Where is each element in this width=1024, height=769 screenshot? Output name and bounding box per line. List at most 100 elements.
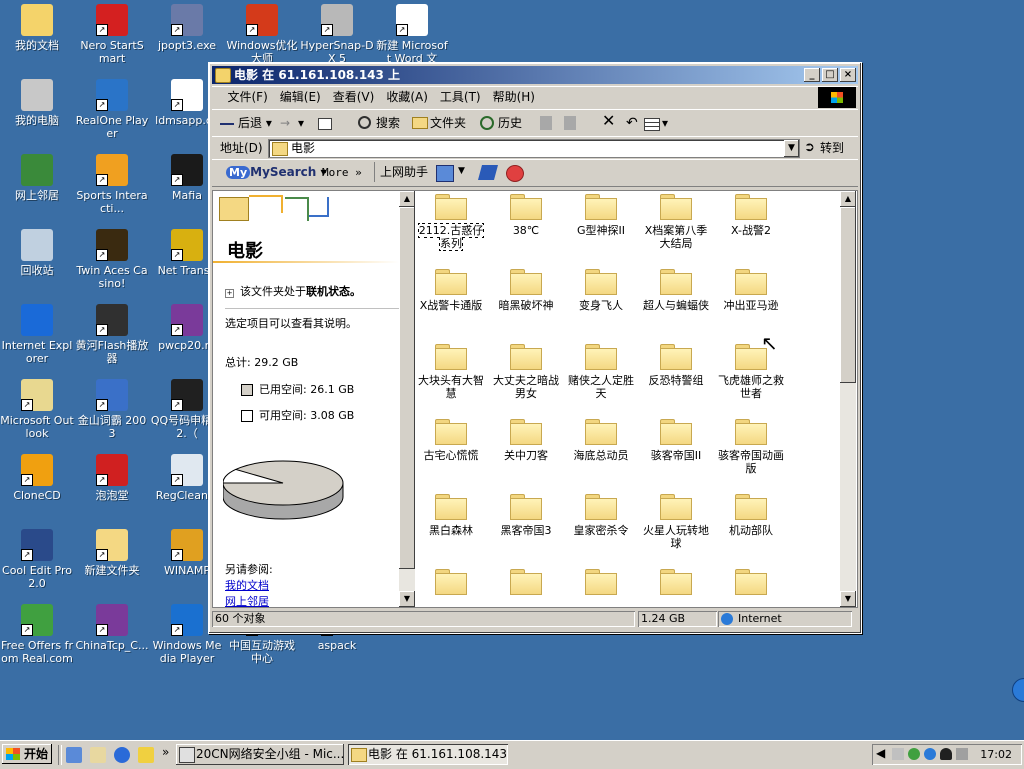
folder-item[interactable]: 2112.古惑仔系列: [415, 191, 487, 251]
folder-item[interactable]: 反恐特警组: [640, 341, 712, 387]
menu-item[interactable]: 文件(F): [222, 87, 274, 107]
back-button[interactable]: 后退 ▾: [218, 113, 272, 133]
keyboard-tray-icon[interactable]: [956, 748, 968, 760]
folder-scrollbar[interactable]: ▲ ▼: [840, 191, 856, 607]
network-neighborhood-link[interactable]: 网上邻居: [225, 593, 269, 607]
folder-item[interactable]: 超人与蝙蝠侠: [640, 266, 712, 312]
folder-item[interactable]: 赌侠之人定胜天: [565, 341, 637, 400]
up-folder-button[interactable]: [316, 113, 332, 133]
views-button[interactable]: ▾: [642, 113, 668, 133]
globe-icon[interactable]: [1012, 678, 1024, 702]
desktop-icon[interactable]: ↗ 金山词霸 2003: [75, 377, 149, 440]
folder-item[interactable]: G型神探II: [565, 191, 637, 237]
desktop-icon[interactable]: ↗ ChinaTcp_C...: [75, 602, 149, 652]
address-input[interactable]: 电影 ▼: [268, 139, 800, 158]
folder-item[interactable]: 骇客帝国II: [640, 416, 712, 462]
scroll-up-button[interactable]: ▲: [399, 191, 415, 207]
menu-item[interactable]: 帮助(H): [487, 87, 541, 107]
taskbar-item-ie[interactable]: 20CN网络安全小组 - Mic...: [176, 744, 344, 765]
address-dropdown-button[interactable]: ▼: [784, 140, 799, 157]
more-button[interactable]: More »: [322, 164, 362, 181]
desktop-icon[interactable]: ↗ Free Offers from Real.com: [0, 602, 74, 665]
folder-item[interactable]: [490, 566, 562, 599]
desktop-icon[interactable]: ↗ Twin Aces Casino!: [75, 227, 149, 290]
folder-item[interactable]: 火星人玩转地球: [640, 491, 712, 550]
more-quicklaunch-icon[interactable]: »: [162, 745, 169, 759]
menu-item[interactable]: 查看(V): [327, 87, 381, 107]
close-button[interactable]: ×: [840, 68, 856, 82]
start-button[interactable]: 开始: [2, 744, 52, 764]
folder-item[interactable]: X-战警2: [715, 191, 787, 237]
desktop-icon[interactable]: ↗ Nero StartSmart: [75, 2, 149, 65]
search-button[interactable]: 搜索: [356, 113, 400, 133]
desktop-icon[interactable]: ↗ 新建文件夹: [75, 527, 149, 577]
minimize-button[interactable]: _: [804, 68, 820, 82]
menu-item[interactable]: 编辑(E): [274, 87, 327, 107]
folder-item[interactable]: 骇客帝国动画版: [715, 416, 787, 475]
forward-button[interactable]: → ▾: [278, 113, 304, 133]
folder-item[interactable]: [640, 566, 712, 599]
desktop-icon[interactable]: 我的文档: [0, 2, 74, 52]
desktop-icon[interactable]: ↗ 黄河Flash播放器: [75, 302, 149, 365]
scroll-down-button[interactable]: ▼: [840, 591, 856, 607]
desktop-icon[interactable]: Internet Explorer: [0, 302, 74, 365]
folder-item[interactable]: 黑客帝国3: [490, 491, 562, 537]
folder-item[interactable]: 关中刀客: [490, 416, 562, 462]
folder-item[interactable]: 大丈夫之暗战男女: [490, 341, 562, 400]
folder-item[interactable]: X战警卡通版: [415, 266, 487, 312]
taskbar-item-explorer[interactable]: 电影 在 61.161.108.143 上: [348, 744, 508, 765]
maximize-button[interactable]: □: [822, 68, 838, 82]
globe-tray-icon[interactable]: [924, 748, 936, 760]
go-button[interactable]: ➲ 转到: [804, 139, 844, 157]
copy-to-button[interactable]: [562, 113, 578, 133]
scroll-up-button[interactable]: ▲: [840, 191, 856, 207]
qq-tray-icon[interactable]: [940, 748, 952, 760]
desktop-icon[interactable]: ↗ HyperSnap-DX 5: [300, 2, 374, 65]
my-documents-link[interactable]: 我的文档: [225, 577, 269, 593]
popup-blocker-icon[interactable]: [506, 165, 524, 182]
folder-item[interactable]: 古宅心慌慌: [415, 416, 487, 462]
scroll-thumb[interactable]: [840, 207, 856, 383]
folder-item[interactable]: 大块头有大智慧: [415, 341, 487, 400]
scroll-thumb[interactable]: [399, 207, 415, 569]
info-icon[interactable]: [114, 747, 130, 763]
history-button[interactable]: 历史: [478, 113, 522, 133]
desktop-icon[interactable]: ↗ RealOne Player: [75, 77, 149, 140]
menu-item[interactable]: 工具(T): [434, 87, 487, 107]
notepad-icon[interactable]: [90, 747, 106, 763]
dropdown-arrow-icon[interactable]: ▼: [458, 166, 465, 176]
desktop-icon[interactable]: ↗ Microsoft Outlook: [0, 377, 74, 440]
volume-icon[interactable]: ◀: [876, 746, 885, 760]
left-pane-scrollbar[interactable]: ▲ ▼: [399, 191, 415, 607]
desktop-icon[interactable]: ↗ jpopt3.exe: [150, 2, 224, 52]
title-bar[interactable]: 电影 在 61.161.108.143 上 _ □ ×: [212, 66, 858, 84]
tray-app-icon[interactable]: [892, 748, 904, 760]
desktop-icon[interactable]: 网上邻居: [0, 152, 74, 202]
folder-item[interactable]: [565, 566, 637, 599]
folder-item[interactable]: X档案第八季大结局: [640, 191, 712, 250]
folder-item[interactable]: 机动部队: [715, 491, 787, 537]
network-tray-icon[interactable]: [908, 748, 920, 760]
folder-item[interactable]: 暗黑破坏神: [490, 266, 562, 312]
mysearch-button[interactable]: My MySearch ▾: [226, 164, 327, 181]
tool-icon[interactable]: [477, 165, 499, 180]
desktop-icon[interactable]: ↗ CloneCD: [0, 452, 74, 502]
desktop-icon[interactable]: ↗ 泡泡堂: [75, 452, 149, 502]
folder-item[interactable]: 38℃: [490, 191, 562, 237]
show-desktop-icon[interactable]: [66, 747, 82, 763]
folder-item[interactable]: 冲出亚马逊: [715, 266, 787, 312]
folder-item[interactable]: 变身飞人: [565, 266, 637, 312]
desktop-icon[interactable]: ↗ Sports Interacti...: [75, 152, 149, 215]
folders-button[interactable]: 文件夹: [410, 113, 466, 133]
folder-item[interactable]: 皇家密杀令: [565, 491, 637, 537]
scroll-down-button[interactable]: ▼: [399, 591, 415, 607]
folder-item[interactable]: [715, 566, 787, 599]
desktop-icon[interactable]: 我的电脑: [0, 77, 74, 127]
shield-icon[interactable]: [436, 165, 454, 182]
outlook-icon[interactable]: [138, 747, 154, 763]
desktop-icon[interactable]: ↗ Cool Edit Pro 2.0: [0, 527, 74, 590]
move-to-button[interactable]: [538, 113, 554, 133]
desktop-icon[interactable]: ↗ Windows优化大师: [225, 2, 299, 65]
assistant-button[interactable]: 上网助手: [380, 164, 428, 181]
undo-button[interactable]: ↶: [610, 113, 638, 133]
